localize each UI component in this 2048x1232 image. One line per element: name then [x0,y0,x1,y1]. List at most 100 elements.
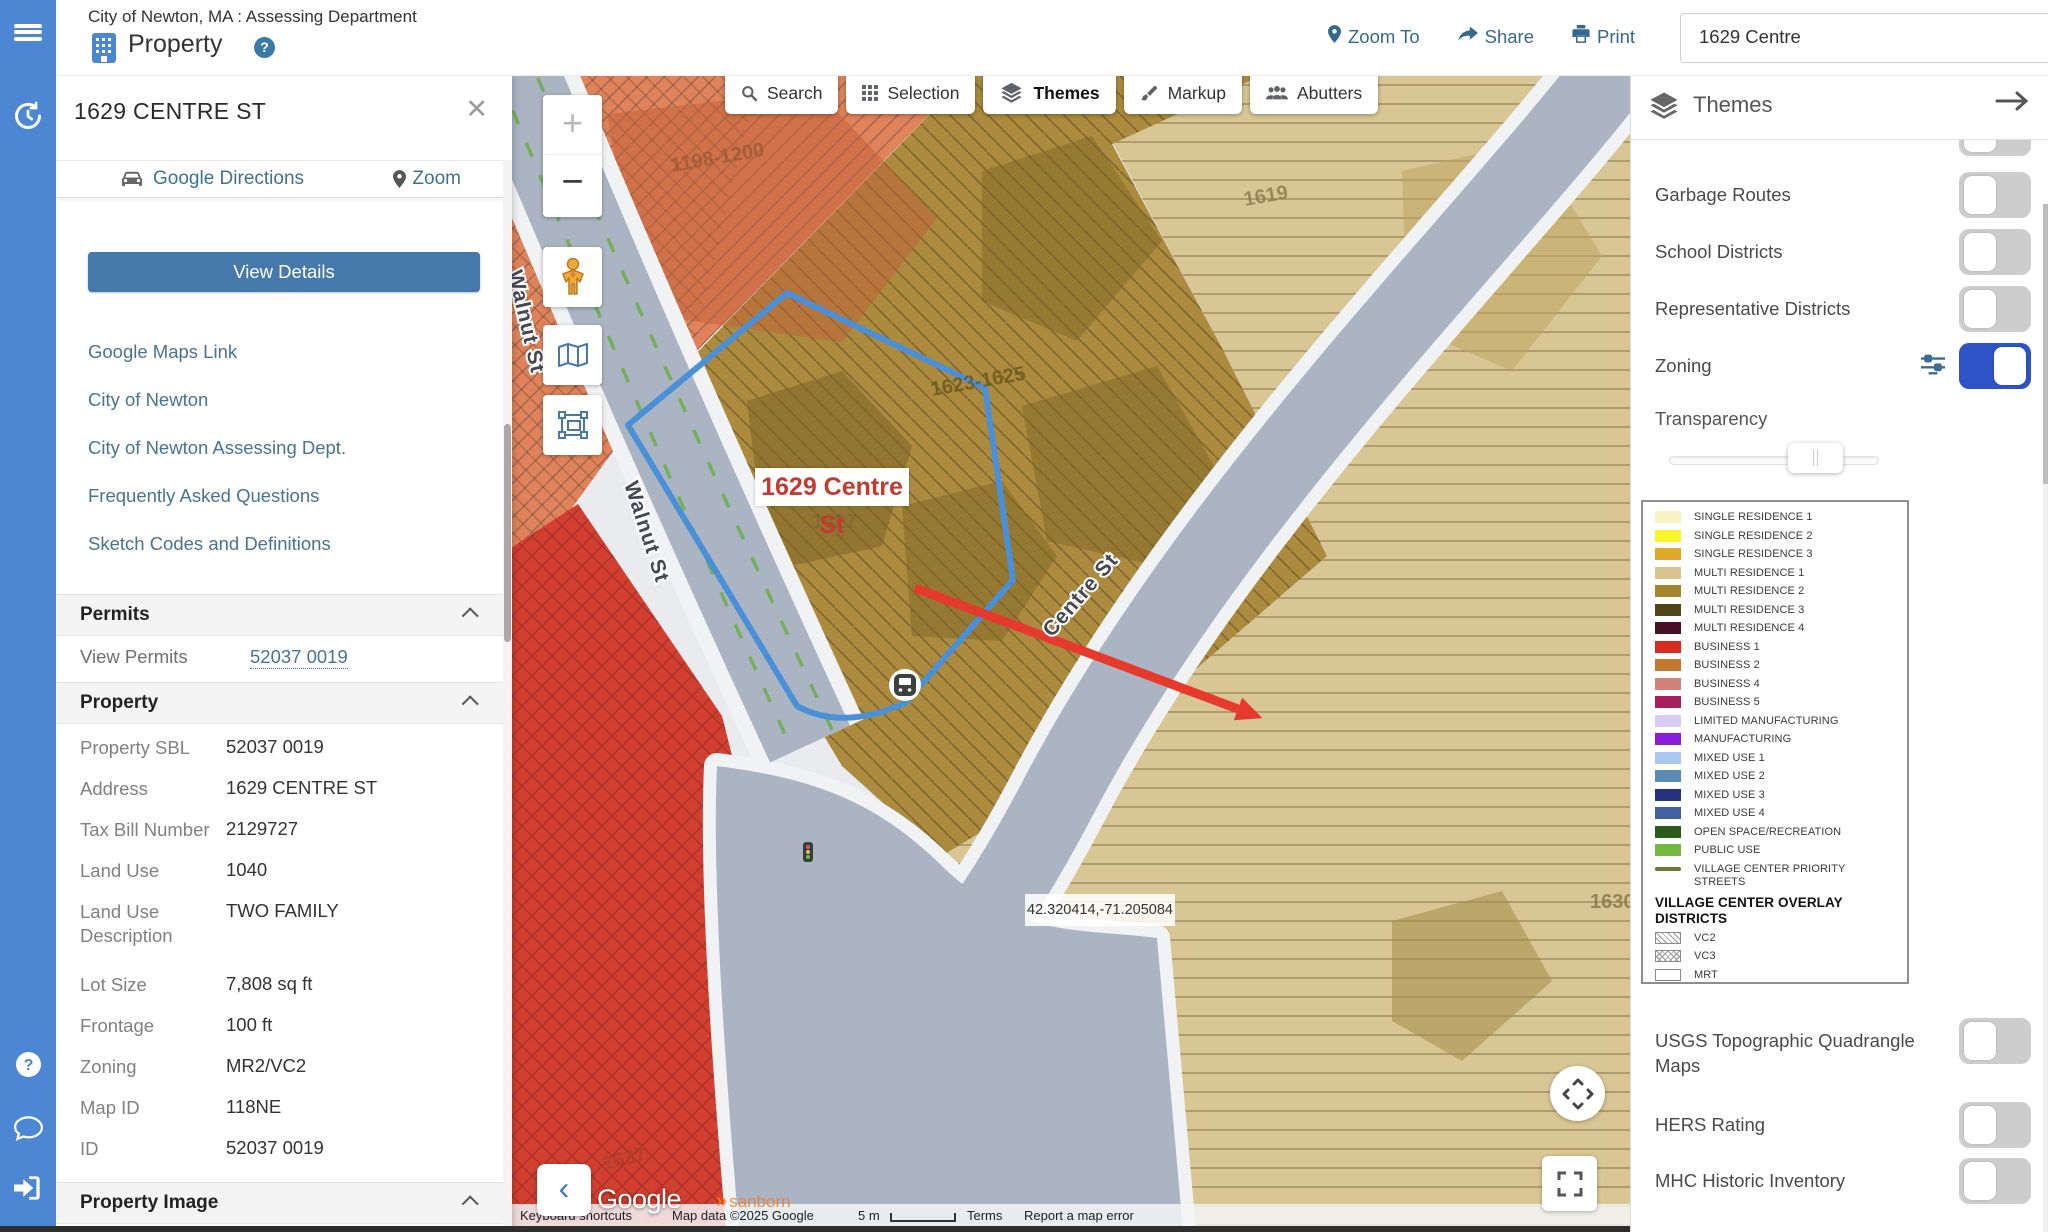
layer-row-hers-rating: HERS Rating [1631,1100,2048,1150]
property-attribute-row: Address1629 CENTRE ST [56,769,503,810]
google-logo: Google [597,1184,681,1215]
map-extent-button[interactable] [543,395,602,455]
property-attribute-row: ZoningMR2/VC2 [56,1047,503,1088]
slider-track[interactable] [1669,456,1879,465]
toggle-representative-districts[interactable] [1959,286,2031,332]
view-permits-link[interactable]: 52037 0019 [250,646,348,669]
map-tool-selection[interactable]: Selection [846,76,975,114]
header-action-zoom-to[interactable]: Zoom To [1328,25,1420,48]
legend-entry: PUBLIC USE [1655,843,1903,857]
view-details-button[interactable]: View Details [88,252,480,292]
transparency-slider[interactable] [1631,440,2048,484]
google-directions-link[interactable]: Google Directions [120,168,304,190]
collapse-map-chevron-button[interactable]: ‹ [537,1164,591,1216]
layer-row-school-districts: School Districts [1631,227,2048,277]
panel-scrollbar[interactable] [503,160,512,1232]
page-help-icon[interactable]: ? [254,37,275,58]
legend-entry: BUSINESS 1 [1655,640,1903,654]
layer-settings-icon[interactable] [1921,353,1945,380]
link-google-maps-link[interactable]: Google Maps Link [56,328,503,376]
legend-entry: MIXED USE 2 [1655,769,1903,783]
legend-swatch [1655,807,1681,819]
hamburger-menu-icon[interactable] [0,8,56,56]
collapse-chevron-icon [462,695,479,712]
zoom-in-button[interactable]: + [543,95,602,155]
help-icon[interactable]: ? [0,1040,56,1088]
close-panel-icon[interactable]: ✕ [465,94,488,125]
link-sketch-codes-and-definitions[interactable]: Sketch Codes and Definitions [56,520,503,568]
zoom-out-button[interactable]: − [543,156,602,216]
bus-stop-icon[interactable] [889,669,921,701]
map-tool-markup[interactable]: Markup [1124,76,1242,114]
legend-entry: MANUFACTURING [1655,732,1903,746]
legend-swatch [1655,715,1681,727]
toggle-usgs-topographic-quadrangle-maps[interactable] [1959,1018,2031,1064]
legend-entry: OPEN SPACE/RECREATION [1655,825,1903,839]
link-city-of-newton[interactable]: City of Newton [56,376,503,424]
link-frequently-asked-questions[interactable]: Frequently Asked Questions [56,472,503,520]
coordinates-readout: 42.320414,-71.205084 [1025,894,1175,926]
legend-swatch [1655,567,1681,579]
slider-thumb[interactable] [1788,443,1843,473]
property-section-header[interactable]: Property [56,682,503,724]
scrollbar-thumb[interactable] [504,424,511,642]
legend-swatch [1655,770,1681,782]
map-toolbar: SearchSelectionThemesMarkupAbutters [725,76,1378,114]
layer-row-usgs-topographic-quadrangle-maps: USGS Topographic Quadrangle Maps [1631,1016,2048,1102]
property-attribute-row: Lot Size7,808 sq ft [56,965,503,1006]
themes-panel-header: Themes [1631,76,2048,140]
fullscreen-button[interactable] [1542,1156,1597,1211]
legend-swatch [1655,604,1681,616]
legend-swatch [1655,969,1681,981]
view-permits-row: View Permits 52037 0019 [56,636,503,682]
legend-entry: BUSINESS 2 [1655,658,1903,672]
attribution-4[interactable]: Report a map error [1024,1208,1134,1223]
map-canvas[interactable]: Walnut St Walnut St Centre St 1198-1200 … [512,76,1630,1232]
legend-swatch [1655,932,1681,944]
attribution-3[interactable]: Terms [967,1208,1002,1223]
toggle-zoning[interactable] [1959,343,2031,389]
print-icon [1572,25,1590,48]
themes-panel-body: Garbage Routes School Districts Represen… [1631,140,2048,1232]
sign-in-icon[interactable] [0,1164,56,1212]
layer-row-representative-districts: Representative Districts [1631,284,2048,334]
toggle-mhc-historic-inventory[interactable] [1959,1158,2031,1204]
map-tool-search[interactable]: Search [725,76,838,114]
chat-icon[interactable] [0,1104,56,1152]
toggle-hers-rating[interactable] [1959,1102,2031,1148]
themes-scrollbar[interactable] [2043,204,2048,1232]
legend-swatch [1655,659,1681,671]
toggle-school-districts[interactable] [1959,229,2031,275]
property-attribute-row: Property SBL52037 0019 [56,728,503,769]
legend-entry: VC2 [1655,931,1903,945]
svg-text:?: ? [23,1057,33,1074]
legend-entry: VC3 [1655,949,1903,963]
search-value: 1629 Centre [1699,26,1801,48]
toggle-partial[interactable] [1959,140,2031,156]
basemap-toggle-button[interactable] [543,325,602,385]
parcel-number-1630: 1630 [1590,891,1630,913]
collapse-panel-arrow-icon[interactable] [1995,89,2029,118]
toggle-garbage-routes[interactable] [1959,172,2031,218]
legend-entry: MIXED USE 4 [1655,806,1903,820]
legend-swatch [1655,844,1681,856]
transparency-label: Transparency [1655,408,1767,430]
property-image-section-header[interactable]: Property Image [56,1182,503,1224]
map-tool-themes[interactable]: Themes [983,76,1115,114]
history-icon[interactable] [0,92,56,140]
legend-swatch [1655,950,1681,962]
zoom-to-parcel-link[interactable]: Zoom [393,168,461,190]
pan-control-button[interactable] [1550,1066,1605,1121]
legend-swatch [1655,585,1681,597]
map-tool-abutters[interactable]: Abutters [1250,76,1378,114]
permits-section-header[interactable]: Permits [56,594,503,636]
header-action-share[interactable]: Share [1458,25,1534,48]
legend-swatch [1655,752,1681,764]
share-icon [1458,26,1478,48]
header-action-print[interactable]: Print [1572,25,1635,48]
link-city-of-newton-assessing-dept-[interactable]: City of Newton Assessing Dept. [56,424,503,472]
pegman-streetview-button[interactable] [543,247,602,307]
scrollbar-thumb[interactable] [2043,204,2048,484]
app-title: City of Newton, MA : Assessing Departmen… [88,7,417,27]
search-input[interactable]: 1629 Centre ✕ [1680,13,2048,63]
